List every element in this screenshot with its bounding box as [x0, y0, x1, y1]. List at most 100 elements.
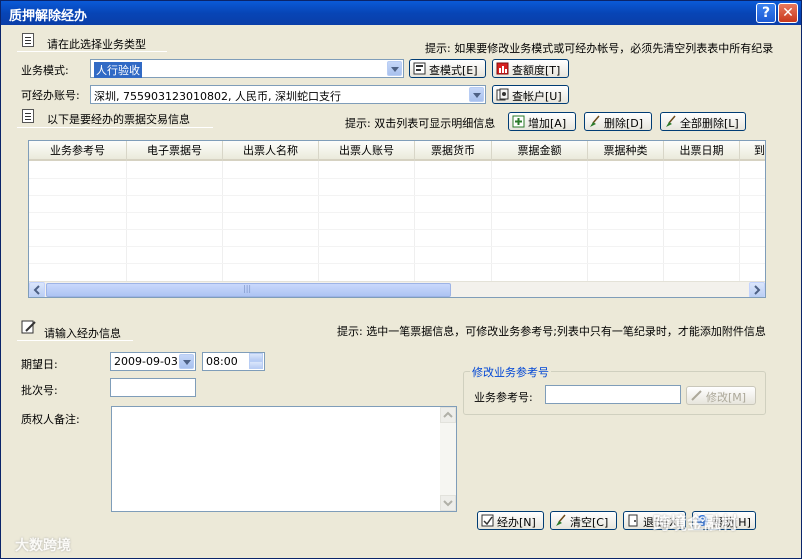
clear-button[interactable]: 清空[C] — [550, 511, 617, 530]
batch-input[interactable] — [110, 378, 196, 397]
edit-icon — [691, 390, 702, 401]
scroll-grip: ||| — [243, 284, 252, 293]
account-value: 深圳, 755903123010802, 人民币, 深圳蛇口支行 — [94, 90, 341, 103]
modify-reference-group: 修改业务参考号 业务参考号: 修改[M] — [463, 364, 766, 415]
grid-line — [29, 229, 765, 230]
scroll-left-button[interactable] — [29, 282, 45, 297]
horizontal-scrollbar[interactable]: ||| — [29, 281, 765, 297]
chevron-down-icon[interactable] — [387, 61, 402, 76]
grid-line — [414, 161, 415, 283]
expect-date-label: 期望日: — [21, 358, 58, 371]
section-divider — [17, 127, 213, 128]
broom-icon — [590, 115, 600, 127]
expect-date-value: 2009-09-03 — [114, 355, 178, 368]
expect-date-picker[interactable]: 2009-09-03 — [110, 352, 196, 371]
section-divider — [17, 51, 167, 52]
document-icon — [22, 33, 34, 47]
process-button[interactable]: 经办[N] — [477, 511, 544, 530]
account-label: 可经办账号: — [21, 89, 80, 102]
process-hint: 提示: 选中一笔票据信息，可修改业务参考号;列表中只有一笔纪录时，才能添加附件信… — [337, 325, 766, 338]
grid-line — [318, 161, 319, 283]
column-header[interactable]: 出票日期 — [664, 141, 740, 161]
business-mode-select[interactable]: 人行验收 — [90, 59, 404, 78]
business-mode-value: 人行验收 — [94, 62, 142, 78]
delete-all-button[interactable]: 全部删除[L] — [660, 112, 746, 131]
close-button[interactable]: ✕ — [778, 3, 798, 23]
chevron-down-icon[interactable] — [179, 354, 194, 369]
chevron-down-icon — [443, 500, 453, 507]
scroll-thumb[interactable]: ||| — [46, 283, 451, 297]
grid-line — [491, 161, 492, 283]
reference-number-input[interactable] — [545, 385, 681, 404]
window-title: 质押解除经办 — [9, 9, 88, 24]
batch-label: 批次号: — [21, 384, 58, 397]
time-spinner[interactable] — [249, 353, 263, 370]
remark-textarea[interactable] — [111, 406, 457, 512]
add-button[interactable]: 增加[A] — [508, 112, 576, 131]
scroll-down-button[interactable] — [440, 495, 456, 511]
grid-line — [29, 246, 765, 247]
check-account-button[interactable]: 查帐户[U] — [492, 85, 569, 104]
scroll-up-button[interactable] — [440, 407, 456, 423]
modify-label: 修改[M] — [706, 391, 747, 404]
add-label: 增加[A] — [528, 117, 567, 130]
help-icon: ? — [761, 5, 771, 21]
close-icon: ✕ — [782, 5, 794, 21]
column-header[interactable]: 到 — [740, 141, 765, 161]
process-icon — [481, 514, 494, 527]
modify-button[interactable]: 修改[M] — [686, 386, 756, 405]
add-icon — [512, 115, 525, 128]
business-mode-label: 业务模式: — [21, 64, 69, 77]
exit-door-icon — [628, 514, 638, 527]
process-label: 经办[N] — [497, 516, 536, 529]
chevron-down-icon[interactable] — [469, 87, 484, 102]
title-bar: 质押解除经办 ? ✕ — [1, 1, 801, 25]
spin-up-button[interactable] — [249, 353, 263, 361]
dialog-window: 质押解除经办 ? ✕ 请在此选择业务类型 提示: 如果要修改业务模式或可经办帐号… — [0, 0, 802, 559]
vertical-scrollbar[interactable] — [440, 407, 456, 511]
column-header[interactable]: 电子票据号 — [127, 141, 223, 161]
grid-line — [29, 263, 765, 264]
chart-icon — [496, 62, 509, 75]
column-header[interactable]: 出票人账号 — [319, 141, 415, 161]
column-header[interactable]: 业务参考号 — [29, 141, 127, 161]
spin-down-button[interactable] — [249, 361, 263, 369]
column-header[interactable]: 出票人名称 — [223, 141, 319, 161]
edit-icon — [21, 320, 36, 334]
delete-all-label: 全部删除[L] — [680, 117, 739, 130]
account-select[interactable]: 深圳, 755903123010802, 人民币, 深圳蛇口支行 — [90, 85, 486, 104]
delete-button[interactable]: 删除[D] — [584, 112, 652, 131]
column-header[interactable]: 票据货币 — [415, 141, 492, 161]
check-mode-label: 查模式[E] — [429, 64, 478, 77]
check-mode-button[interactable]: 查模式[E] — [409, 59, 486, 78]
grid-line — [29, 212, 765, 213]
table-header: 业务参考号 电子票据号 出票人名称 出票人账号 票据货币 票据金额 票据种类 出… — [29, 141, 765, 161]
grid-line — [29, 178, 765, 179]
grid-line — [587, 161, 588, 283]
grid-line — [663, 161, 664, 283]
grid-line — [739, 161, 740, 283]
broom-icon — [556, 514, 566, 526]
check-limit-button[interactable]: 查额度[T] — [492, 59, 569, 78]
grid-line — [126, 161, 127, 283]
check-account-label: 查帐户[U] — [512, 90, 562, 103]
grid-line — [222, 161, 223, 283]
clear-label: 清空[C] — [570, 516, 609, 529]
expect-time-value: 08:00 — [206, 355, 238, 368]
column-header[interactable]: 票据种类 — [588, 141, 664, 161]
scroll-right-button[interactable] — [749, 282, 765, 297]
column-header[interactable]: 票据金额 — [492, 141, 588, 161]
grid-line — [29, 195, 765, 196]
document-icon — [22, 109, 34, 123]
business-mode-hint: 提示: 如果要修改业务模式或可经办帐号，必须先清空列表表中所有纪录 — [425, 42, 774, 55]
transactions-table[interactable]: 业务参考号 电子票据号 出票人名称 出票人账号 票据货币 票据金额 票据种类 出… — [28, 140, 766, 298]
watermark-right: 跨境金融村 — [653, 514, 738, 534]
expect-time-input[interactable]: 08:00 — [202, 352, 265, 371]
list-icon — [413, 62, 426, 75]
section-process-info-title: 请输入经办信息 — [44, 327, 121, 340]
section-transactions-title: 以下是要经办的票据交易信息 — [47, 113, 190, 126]
modify-reference-title: 修改业务参考号 — [470, 364, 551, 380]
help-title-button[interactable]: ? — [756, 3, 776, 23]
remark-label: 质权人备注: — [21, 413, 80, 426]
watermark-left: 大数跨境 — [15, 538, 71, 554]
